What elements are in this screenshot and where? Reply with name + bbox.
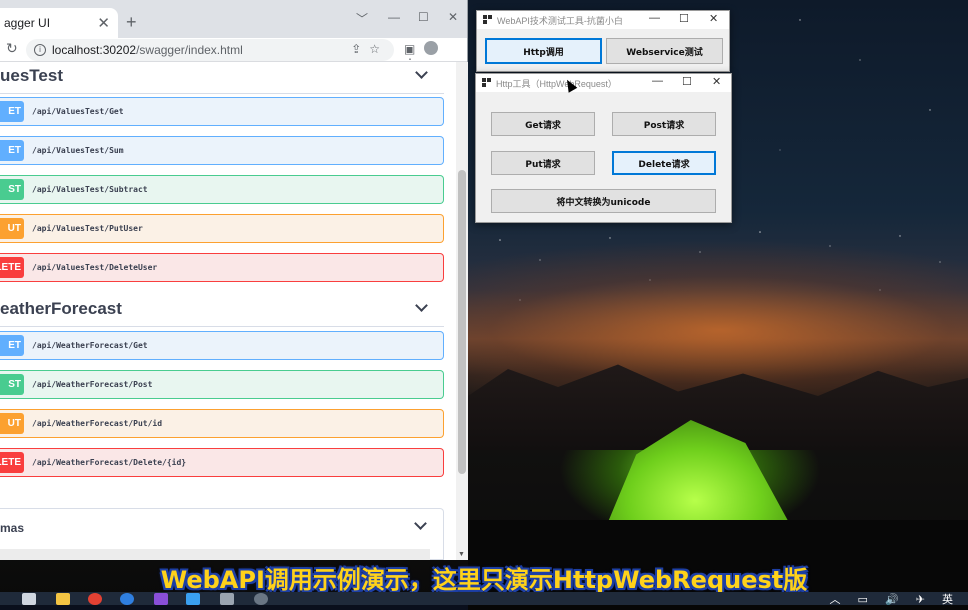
new-tab-button[interactable]: + bbox=[126, 12, 137, 32]
method-badge: UT bbox=[0, 413, 24, 434]
address-bar[interactable]: i localhost:30202/swagger/index.html ⇪☆ bbox=[26, 39, 394, 61]
restore-icon[interactable]: ☐ bbox=[418, 10, 429, 24]
operation-row[interactable]: ST /api/WeatherForecast/Post bbox=[0, 370, 444, 399]
tab-strip: agger UI ✕ + ﹀ — ☐ ✕ bbox=[0, 0, 467, 38]
method-badge: ST bbox=[0, 374, 24, 395]
http-tool-window: Http工具（HttpWebRequest） — ☐ ✕ Get请求 Post请… bbox=[475, 73, 732, 223]
method-badge: LETE bbox=[0, 452, 24, 473]
minimize-icon[interactable]: — bbox=[388, 10, 400, 24]
operation-row[interactable]: ET /api/ValuesTest/Sum bbox=[0, 136, 444, 165]
window-title: Http工具（HttpWebRequest） bbox=[496, 79, 617, 89]
method-badge: ET bbox=[0, 335, 24, 356]
site-info-icon[interactable]: i bbox=[34, 44, 46, 56]
operation-path: /api/WeatherForecast/Get bbox=[32, 341, 148, 350]
url-path: /swagger/index.html bbox=[136, 43, 243, 57]
schemas-title: mas bbox=[0, 521, 25, 535]
webservice-test-button[interactable]: Webservice测试 bbox=[606, 38, 723, 64]
convert-unicode-button[interactable]: 将中文转换为unicode bbox=[491, 189, 716, 213]
taskbar: ︿ ▭ 🔊 ✈ 英 bbox=[0, 592, 968, 605]
minimize-icon[interactable]: — bbox=[649, 12, 660, 24]
main-window-titlebar[interactable]: WebAPI技术测试工具-抗菌小白 — ☐ ✕ bbox=[477, 11, 729, 29]
chevron-down-icon[interactable] bbox=[415, 66, 428, 79]
chevron-down-icon[interactable] bbox=[415, 299, 428, 312]
operation-path: /api/ValuesTest/Subtract bbox=[32, 185, 148, 194]
section-valuestest[interactable]: uesTest bbox=[0, 62, 444, 94]
file-explorer-icon[interactable] bbox=[56, 593, 70, 605]
window-app-icon[interactable] bbox=[220, 593, 234, 605]
close-icon[interactable]: ✕ bbox=[712, 75, 721, 88]
method-badge: ET bbox=[0, 140, 24, 161]
profile-avatar-icon[interactable] bbox=[424, 41, 439, 55]
operation-row[interactable]: ET /api/ValuesTest/Get bbox=[0, 97, 444, 126]
http-window-titlebar[interactable]: Http工具（HttpWebRequest） — ☐ ✕ bbox=[476, 74, 731, 92]
method-badge: LETE bbox=[0, 257, 24, 278]
operation-row[interactable]: LETE /api/WeatherForecast/Delete/{id} bbox=[0, 448, 444, 477]
section-title: uesTest bbox=[0, 66, 63, 85]
section-weatherforecast[interactable]: eatherForecast bbox=[0, 295, 444, 327]
tab-title: agger UI bbox=[4, 16, 51, 30]
minimize-icon[interactable]: — bbox=[652, 75, 663, 87]
section-title: eatherForecast bbox=[0, 299, 122, 318]
app-icon bbox=[482, 78, 491, 87]
put-request-button[interactable]: Put请求 bbox=[491, 151, 595, 175]
swagger-content: uesTest ET /api/ValuesTest/Get ET /api/V… bbox=[0, 62, 456, 560]
operation-path: /api/ValuesTest/Get bbox=[32, 107, 124, 116]
tab-swagger[interactable]: agger UI ✕ bbox=[0, 8, 118, 38]
system-tray[interactable]: ︿ ▭ 🔊 ✈ 英 bbox=[829, 592, 960, 605]
operation-row[interactable]: UT /api/WeatherForecast/Put/id bbox=[0, 409, 444, 438]
share-bookmark-icons[interactable]: ⇪☆ bbox=[351, 42, 388, 56]
input-method-indicator[interactable]: 英 bbox=[942, 594, 960, 605]
maximize-icon[interactable]: ☐ bbox=[682, 75, 692, 88]
method-badge: ST bbox=[0, 179, 24, 200]
operation-row[interactable]: LETE /api/ValuesTest/DeleteUser bbox=[0, 253, 444, 282]
window-title: WebAPI技术测试工具-抗菌小白 bbox=[497, 16, 623, 26]
close-window-icon[interactable]: ✕ bbox=[448, 10, 458, 24]
task-view-icon[interactable] bbox=[22, 593, 36, 605]
browser-toolbar: ↻ i localhost:30202/swagger/index.html ⇪… bbox=[0, 38, 467, 70]
operation-row[interactable]: ST /api/ValuesTest/Subtract bbox=[0, 175, 444, 204]
operation-path: /api/WeatherForecast/Post bbox=[32, 380, 153, 389]
maximize-icon[interactable]: ☐ bbox=[679, 12, 689, 25]
tab-close-icon[interactable]: ✕ bbox=[97, 14, 110, 32]
operation-row[interactable]: ET /api/WeatherForecast/Get bbox=[0, 331, 444, 360]
method-badge: UT bbox=[0, 218, 24, 239]
delete-request-button[interactable]: Delete请求 bbox=[612, 151, 716, 175]
scrollbar-thumb[interactable] bbox=[458, 170, 466, 474]
settings-app-icon[interactable] bbox=[254, 593, 268, 605]
operation-path: /api/ValuesTest/DeleteUser bbox=[32, 263, 158, 272]
chevron-down-icon[interactable] bbox=[414, 517, 427, 530]
operation-row[interactable]: UT /api/ValuesTest/PutUser bbox=[0, 214, 444, 243]
reload-icon[interactable]: ↻ bbox=[6, 40, 18, 57]
url-host: localhost:30202 bbox=[52, 43, 137, 57]
scroll-down-icon[interactable]: ▼ bbox=[458, 551, 465, 558]
operation-path: /api/ValuesTest/Sum bbox=[32, 146, 124, 155]
post-request-button[interactable]: Post请求 bbox=[612, 112, 716, 136]
http-call-button[interactable]: Http调用 bbox=[485, 38, 602, 64]
browser-window: agger UI ✕ + ﹀ — ☐ ✕ ↻ i localhost:30202… bbox=[0, 0, 468, 560]
app-icon bbox=[483, 15, 492, 24]
tab-search-icon[interactable]: ﹀ bbox=[356, 10, 368, 27]
search-app-icon[interactable] bbox=[186, 593, 200, 605]
visual-studio-icon[interactable] bbox=[154, 593, 168, 605]
method-badge: ET bbox=[0, 101, 24, 122]
operation-path: /api/WeatherForecast/Delete/{id} bbox=[32, 458, 187, 467]
schemas-section[interactable]: mas bbox=[0, 508, 444, 560]
video-subtitle: WebAPI调用示例演示，这里只演示HttpWebRequest版 bbox=[160, 566, 808, 594]
chrome-icon[interactable] bbox=[88, 593, 102, 605]
main-tool-window: WebAPI技术测试工具-抗菌小白 — ☐ ✕ Http调用 Webservic… bbox=[476, 10, 730, 72]
page-scrollbar[interactable]: ▼ bbox=[456, 62, 468, 560]
get-request-button[interactable]: Get请求 bbox=[491, 112, 595, 136]
kugou-icon[interactable] bbox=[120, 593, 134, 605]
close-icon[interactable]: ✕ bbox=[709, 12, 718, 25]
operation-path: /api/WeatherForecast/Put/id bbox=[32, 419, 163, 428]
schemas-body bbox=[0, 549, 430, 560]
operation-path: /api/ValuesTest/PutUser bbox=[32, 224, 143, 233]
